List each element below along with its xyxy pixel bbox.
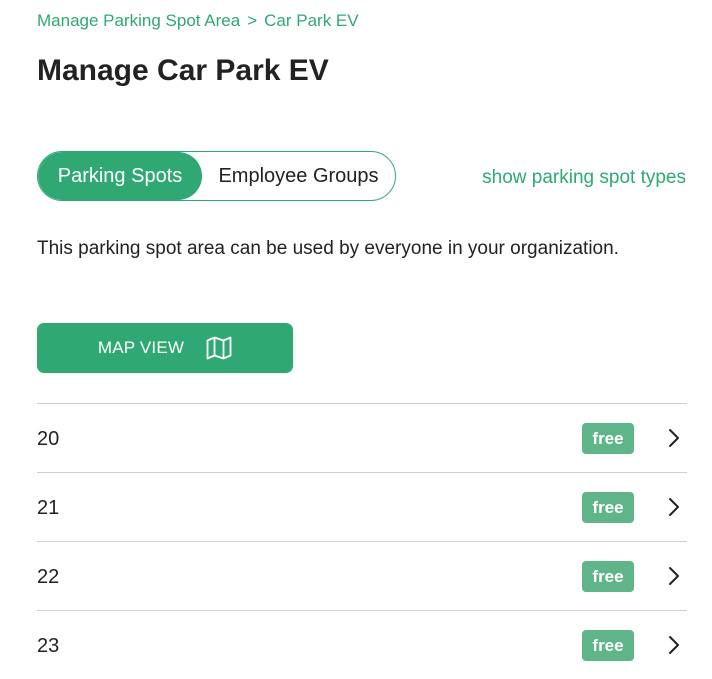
area-info-text: This parking spot area can be used by ev… (37, 238, 619, 259)
breadcrumb-separator: > (247, 11, 258, 30)
status-badge: free (582, 423, 634, 454)
map-view-label: MAP VIEW (97, 338, 185, 357)
show-parking-spot-types-link[interactable]: show parking spot types (482, 167, 686, 189)
view-toggle: Parking Spots Employee Groups (37, 151, 396, 201)
spot-number: 22 (37, 566, 60, 588)
list-item[interactable]: 23 free (37, 610, 687, 679)
chevron-right-icon[interactable] (667, 566, 681, 591)
chevron-right-icon[interactable] (667, 497, 681, 522)
breadcrumb-parent-link[interactable]: Manage Parking Spot Area (37, 11, 240, 31)
tab-parking-spots[interactable]: Parking Spots (38, 152, 202, 200)
status-badge: free (582, 561, 634, 592)
tab-employee-groups[interactable]: Employee Groups (202, 152, 395, 200)
map-icon (206, 336, 232, 360)
status-badge: free (582, 630, 634, 661)
breadcrumb-current-link[interactable]: Car Park EV (264, 11, 358, 31)
list-item[interactable]: 22 free (37, 541, 687, 610)
list-item[interactable]: 21 free (37, 472, 687, 541)
spot-number: 23 (37, 635, 60, 657)
page-title: Manage Car Park EV (37, 54, 329, 87)
list-item[interactable]: 20 free (37, 403, 687, 472)
parking-spot-list: 20 free 21 free 22 free 23 free (37, 403, 687, 679)
chevron-right-icon[interactable] (667, 428, 681, 453)
chevron-right-icon[interactable] (667, 635, 681, 660)
map-view-button[interactable]: MAP VIEW (37, 323, 293, 373)
breadcrumb: Manage Parking Spot Area > Car Park EV (37, 11, 359, 31)
spot-number: 21 (37, 497, 60, 519)
spot-number: 20 (37, 428, 60, 450)
status-badge: free (582, 492, 634, 523)
